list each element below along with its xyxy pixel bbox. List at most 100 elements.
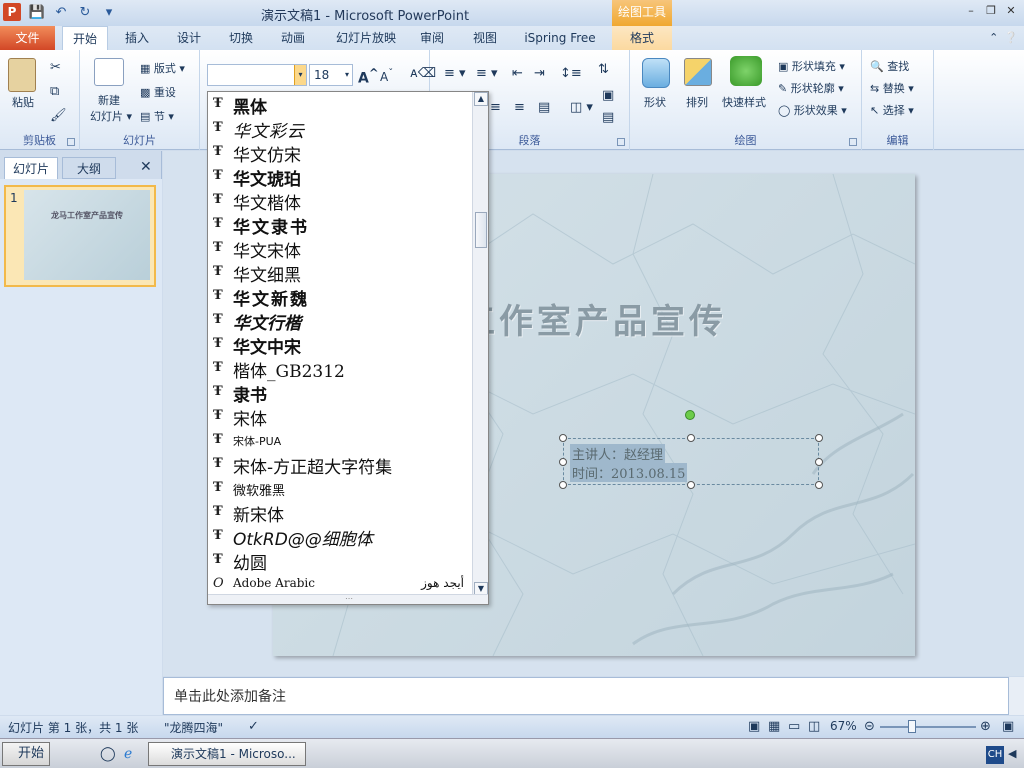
tray-arrow-icon[interactable]: ◀ [1008, 747, 1016, 760]
cut-icon[interactable]: ✂ [50, 60, 61, 75]
paste-button[interactable]: 粘贴 [12, 94, 34, 110]
fit-to-window-icon[interactable]: ▣ [1002, 719, 1014, 734]
find-button[interactable]: 🔍 查找 [870, 58, 909, 74]
bullets-icon[interactable]: ≡ ▾ [444, 66, 466, 81]
decrease-indent-icon[interactable]: ⇤ [512, 66, 523, 81]
start-button[interactable]: 开始 [2, 742, 50, 766]
tab-transitions[interactable]: 切换 [218, 26, 264, 50]
font-list-item[interactable]: Ŧ 华文宋体 [208, 236, 472, 262]
font-list-item[interactable]: Ŧ 宋体-方正超大字符集 [208, 452, 472, 478]
font-list-item[interactable]: Ŧ 华文隶书 [208, 212, 472, 238]
clipboard-launcher-icon[interactable] [67, 138, 75, 146]
arrange-icon[interactable] [684, 58, 712, 86]
shape-fill-button[interactable]: ▣ 形状填充 ▾ [778, 58, 845, 74]
tab-design[interactable]: 设计 [166, 26, 212, 50]
tab-slides[interactable]: 幻灯片 [4, 157, 58, 179]
resize-handle-sw[interactable] [559, 481, 567, 489]
arrange-button[interactable]: 排列 [686, 94, 708, 110]
font-list-item[interactable]: O Adobe Arabic أيجد هوز [208, 572, 472, 596]
quick-styles-icon[interactable] [730, 56, 762, 86]
layout-button[interactable]: ▦ 版式 ▾ [140, 60, 185, 76]
resize-handle-nw[interactable] [559, 434, 567, 442]
reset-button[interactable]: ▩ 重设 [140, 84, 176, 100]
shape-outline-button[interactable]: ✎ 形状轮廓 ▾ [778, 80, 844, 96]
replace-button[interactable]: ⇆ 替换 ▾ [870, 80, 914, 96]
copy-icon[interactable]: ⧉ [50, 84, 59, 99]
shapes-button[interactable]: 形状 [644, 94, 666, 110]
font-list-item[interactable]: Ŧ 华文彩云 [208, 116, 472, 142]
notes-pane[interactable]: 单击此处添加备注 [163, 677, 1009, 715]
help-icon[interactable]: ❔ [1004, 31, 1018, 44]
slide-thumbnail[interactable]: 龙马工作室产品宣传 [4, 185, 156, 287]
font-size-combobox[interactable]: 18 ▾ [309, 64, 353, 86]
scroll-thumb[interactable] [475, 212, 487, 248]
resize-handle-n[interactable] [687, 434, 695, 442]
tab-format[interactable]: 格式 [612, 26, 672, 50]
spell-check-icon[interactable]: ✓ [248, 719, 259, 734]
input-method-indicator[interactable]: CH [986, 746, 1004, 764]
close-panel-icon[interactable]: ✕ [140, 159, 152, 175]
font-list-item[interactable]: Ŧ 宋体 [208, 404, 472, 430]
normal-view-icon[interactable]: ▣ [748, 719, 760, 734]
slide-sorter-icon[interactable]: ▦ [768, 719, 780, 734]
font-list-item[interactable]: Ŧ 隶书 [208, 380, 472, 406]
zoom-out-icon[interactable]: ⊝ [864, 719, 875, 734]
font-name-combobox[interactable]: ▾ [207, 64, 307, 86]
columns-icon[interactable]: ◫ ▾ [570, 100, 593, 115]
font-list-item[interactable]: Ŧ 华文行楷 [208, 308, 472, 334]
subtitle-textbox[interactable]: 主讲人：赵经理 时间：2013.08.15 [559, 434, 823, 489]
paragraph-launcher-icon[interactable] [617, 138, 625, 146]
rotation-handle[interactable] [685, 410, 695, 420]
tab-home[interactable]: 开始 [62, 26, 108, 50]
text-direction-icon[interactable]: ⇅ [598, 62, 609, 77]
tab-ispring[interactable]: iSpring Free [518, 26, 602, 50]
font-dropdown-list[interactable]: Ŧ 黑体 Ŧ 华文彩云 Ŧ 华文仿宋 Ŧ 华文琥珀 Ŧ 华文楷体 Ŧ 华文隶书 Ŧ 华文宋体 Ŧ 华文细黑 Ŧ 华… [207, 91, 489, 605]
resize-handle-se[interactable] [815, 481, 823, 489]
paste-icon[interactable] [8, 58, 36, 92]
reading-view-icon[interactable]: ▭ [788, 719, 800, 734]
line-spacing-icon[interactable]: ↕≡ [560, 66, 582, 81]
slideshow-view-icon[interactable]: ◫ [808, 719, 820, 734]
select-button[interactable]: ↖ 选择 ▾ [870, 102, 914, 118]
show-desktop-icon[interactable]: ◯ [100, 746, 116, 762]
quick-styles-button[interactable]: 快速样式 [722, 94, 766, 110]
font-list-item[interactable]: Ŧ 幼圆 [208, 548, 472, 574]
font-list-item[interactable]: Ŧ 华文新魏 [208, 284, 472, 310]
font-list-item[interactable]: Ŧ 华文琥珀 [208, 164, 472, 190]
resize-handle-s[interactable] [687, 481, 695, 489]
font-list-item[interactable]: Ŧ 楷体_GB2312 [208, 356, 472, 382]
tab-outline[interactable]: 大纲 [62, 157, 116, 179]
tab-insert[interactable]: 插入 [114, 26, 160, 50]
close-icon[interactable]: ✕ [1004, 4, 1018, 18]
font-list-item[interactable]: Ŧ 华文细黑 [208, 260, 472, 286]
new-slide-icon[interactable] [94, 58, 124, 86]
zoom-slider-thumb[interactable] [908, 720, 916, 733]
drawing-launcher-icon[interactable] [849, 138, 857, 146]
tab-slide-show[interactable]: 幻灯片放映 [326, 26, 406, 50]
format-painter-icon[interactable]: 🖌 [50, 108, 67, 123]
resize-grip[interactable]: ⋯ [208, 594, 488, 604]
zoom-level[interactable]: 67% [830, 719, 857, 733]
font-list-item[interactable]: Ŧ OtkRD@@细胞体 [208, 524, 472, 550]
shrink-font-icon[interactable]: Aˇ [380, 68, 393, 84]
increase-indent-icon[interactable]: ⇥ [534, 66, 545, 81]
align-text-vertical-icon[interactable]: ▣ [602, 88, 614, 103]
font-list-scrollbar[interactable]: ▲ ▼ [472, 92, 488, 596]
minimize-ribbon-icon[interactable]: ⌃ [989, 31, 998, 44]
grow-font-icon[interactable]: A^ [358, 66, 379, 87]
font-list-item[interactable]: Ŧ 宋体-PUA [208, 428, 472, 452]
font-list-item[interactable]: Ŧ 华文仿宋 [208, 140, 472, 166]
notes-scrollbar[interactable] [1009, 677, 1024, 715]
align-text-icon[interactable]: ≡ [490, 100, 501, 115]
font-list-item[interactable]: Ŧ 华文楷体 [208, 188, 472, 214]
resize-handle-e[interactable] [815, 458, 823, 466]
font-name-dropdown-arrow[interactable]: ▾ [294, 65, 306, 85]
zoom-in-icon[interactable]: ⊕ [980, 719, 991, 734]
font-size-dropdown-arrow[interactable]: ▾ [342, 65, 352, 85]
shapes-icon[interactable] [642, 58, 670, 88]
tab-review[interactable]: 审阅 [412, 26, 452, 50]
font-list-item[interactable]: Ŧ 黑体 [208, 92, 472, 118]
font-list-item[interactable]: Ŧ 华文中宋 [208, 332, 472, 358]
justify-icon[interactable]: ≡ [514, 100, 525, 115]
numbering-icon[interactable]: ≡ ▾ [476, 66, 498, 81]
